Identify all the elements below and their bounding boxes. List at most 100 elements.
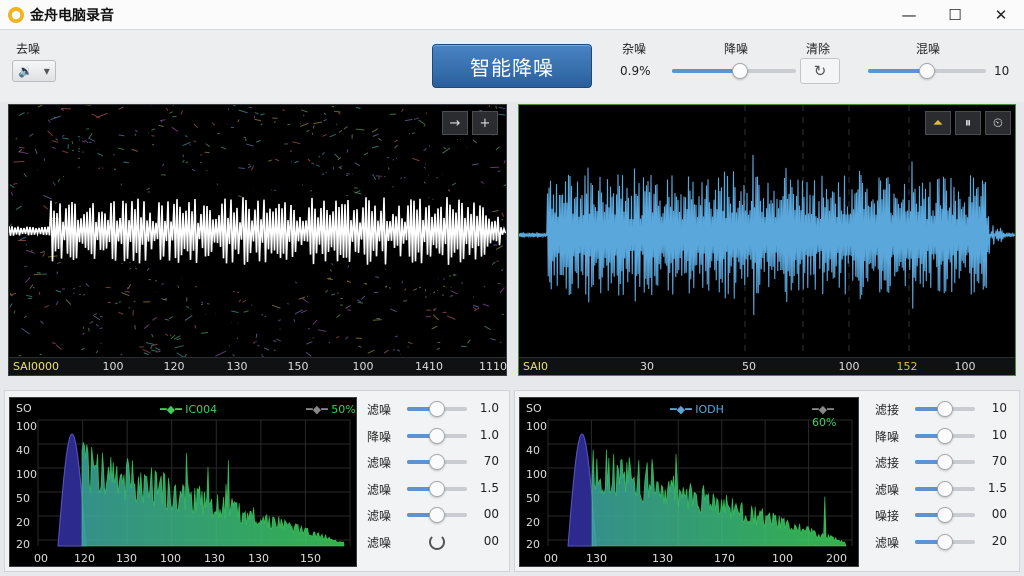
mix-noise-label: 混噪 [916, 42, 941, 56]
noise-mode-dropdown[interactable]: 🔉 ▾ [12, 60, 56, 82]
x-tick: 170 [714, 552, 735, 565]
control-slider[interactable] [915, 533, 975, 550]
close-button[interactable]: ✕ [978, 0, 1024, 30]
control-slider[interactable] [407, 427, 467, 444]
smart-denoise-button[interactable]: 智能降噪 [432, 44, 592, 88]
control-slider[interactable] [407, 480, 467, 497]
denoised-spectrum-chart: SO ━◆━ IODH ━◆━ 60% 100 40 100 50 20 20 … [519, 397, 859, 567]
x-tick: 00 [544, 552, 558, 565]
control-slider[interactable] [915, 427, 975, 444]
control-slider[interactable] [407, 401, 467, 417]
control-value: 70 [483, 454, 499, 468]
y-tick: 40 [16, 444, 30, 457]
time-axis: SAI0 30 50 100 152 100 [519, 357, 1015, 375]
control-label: 降噪 [875, 429, 900, 444]
axis-tick: 100 [352, 360, 374, 373]
y-tick: 20 [526, 538, 540, 551]
spectrum-title: SO [526, 402, 542, 415]
y-tick: 20 [16, 516, 30, 529]
denoise-slider-label: 降噪 [724, 42, 749, 56]
control-label: 滤噪 [875, 482, 900, 497]
control-slider[interactable] [915, 454, 975, 470]
slider-thumb[interactable] [429, 427, 445, 444]
slider-thumb[interactable] [937, 533, 953, 550]
control-label: 滤接 [875, 456, 900, 470]
slider-thumb[interactable] [429, 401, 445, 417]
axis-tick: 100 [838, 360, 860, 373]
control-value: 1.0 [479, 401, 499, 415]
control-slider[interactable] [915, 507, 975, 523]
slider-thumb[interactable] [937, 480, 953, 497]
control-label: 滤噪 [875, 535, 900, 550]
control-knob[interactable] [429, 533, 445, 550]
slider-thumb[interactable] [429, 454, 445, 470]
control-value: 00 [991, 507, 1007, 521]
slider-thumb[interactable] [732, 63, 749, 79]
clock-icon: ⏲ [992, 115, 1004, 131]
control-value: 70 [991, 454, 1007, 468]
original-spectrum-chart: SO ━◆━ IC004 ━◆━ 50% 100 40 100 50 20 20… [9, 397, 357, 567]
window-title: 金舟电脑录音 [30, 7, 114, 24]
original-waveform-panel: → + SAI0000 100 120 130 150 100 1410 111… [8, 104, 507, 376]
y-tick: 100 [526, 468, 547, 481]
slider-thumb[interactable] [937, 401, 953, 417]
pause-button[interactable]: ⏸ [955, 111, 981, 135]
axis-tick: SAI0 [523, 360, 548, 373]
add-button[interactable]: + [472, 111, 498, 135]
mix-noise-value: 10 [994, 64, 1010, 78]
y-tick: 20 [16, 538, 30, 551]
time-axis: SAI0000 100 120 130 150 100 1410 1110 [9, 357, 507, 375]
x-tick: 130 [652, 552, 673, 565]
slider-thumb[interactable] [937, 507, 953, 523]
axis-tick: 120 [163, 360, 185, 373]
denoised-waveform-panel: ⏶ ⏸ ⏲ SAI0 30 50 100 152 100 [518, 104, 1016, 376]
maximize-button[interactable]: ☐ [932, 0, 978, 30]
control-slider[interactable] [915, 401, 975, 417]
x-tick: 120 [74, 552, 95, 565]
control-row: 降噪 1.0 [367, 426, 499, 446]
control-value: 00 [483, 507, 499, 521]
window-controls: — ☐ ✕ [886, 0, 1024, 30]
axis-tick: 100 [102, 360, 124, 373]
axis-tick: 50 [742, 360, 756, 373]
axis-tick: 1410 [415, 360, 443, 373]
slider-thumb[interactable] [937, 454, 953, 470]
title-bar: ● 金舟电脑录音 — ☐ ✕ [0, 0, 1024, 30]
denoised-controls: 滤接 10 降噪 10 滤接 70 滤噪 1.5 噪接 00 滤噪 20 [875, 399, 1007, 563]
arrow-right-icon: → [449, 115, 461, 131]
control-label: 滤噪 [367, 403, 392, 417]
control-row: 滤噪 1.5 [367, 479, 499, 499]
slider-thumb[interactable] [429, 480, 445, 497]
spectrum-title: SO [16, 402, 32, 415]
clear-label: 清除 [806, 42, 831, 56]
axis-tick: SAI0000 [13, 360, 59, 373]
denoise-slider[interactable] [672, 63, 796, 79]
x-tick: 130 [204, 552, 225, 565]
control-label: 滤噪 [367, 509, 392, 523]
forward-button[interactable]: → [442, 111, 468, 135]
slider-thumb[interactable] [919, 63, 935, 79]
minimize-button[interactable]: — [886, 0, 932, 30]
y-tick: 50 [526, 492, 540, 505]
x-tick: 00 [34, 552, 48, 565]
legend-percent: ━◆━ 50% [306, 403, 356, 416]
mix-noise-slider[interactable] [868, 63, 986, 79]
control-label: 滤接 [875, 403, 900, 417]
reset-button[interactable]: ↻ [800, 58, 840, 84]
denoise-label: 去噪 [16, 42, 41, 56]
control-slider[interactable] [407, 507, 467, 523]
level-button[interactable]: ⏶ [925, 111, 951, 135]
control-value: 20 [991, 533, 1007, 548]
control-row: 降噪 10 [875, 426, 1007, 446]
control-slider[interactable] [407, 454, 467, 470]
pause-icon: ⏸ [964, 115, 972, 131]
timer-button[interactable]: ⏲ [985, 111, 1011, 135]
x-tick: 200 [826, 552, 847, 565]
slider-thumb[interactable] [937, 427, 953, 444]
x-tick: 100 [772, 552, 793, 565]
control-slider[interactable] [915, 480, 975, 497]
clean-waveform [519, 105, 1015, 357]
noisy-waveform [9, 105, 506, 357]
slider-thumb[interactable] [429, 507, 445, 523]
control-value: 00 [483, 533, 499, 548]
